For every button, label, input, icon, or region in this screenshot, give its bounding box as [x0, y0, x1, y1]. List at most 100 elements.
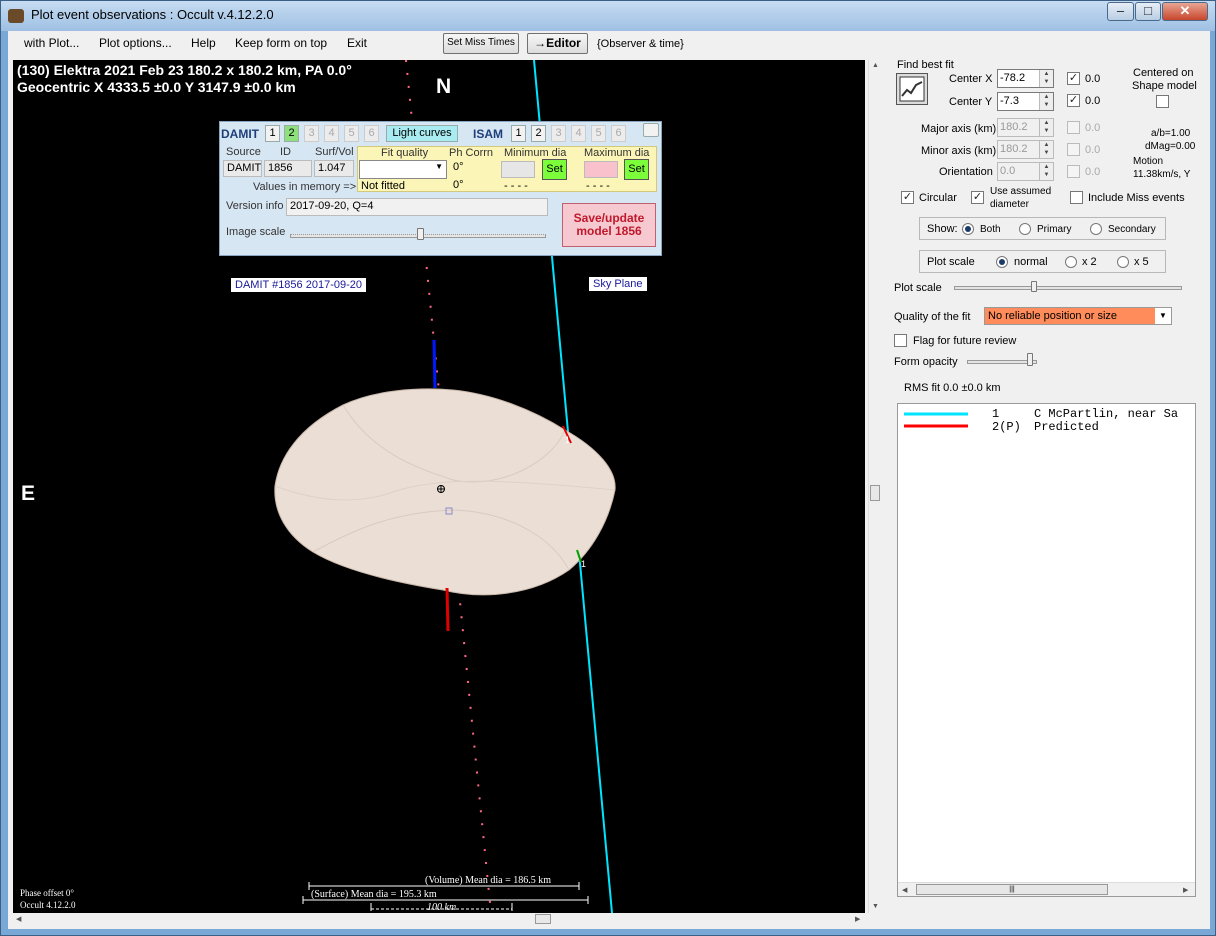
surface-mean-dia: (Surface) Mean dia = 195.3 km: [311, 889, 437, 900]
center-x-value: 0.0: [1085, 73, 1101, 85]
centered-on-shape-model-checkbox[interactable]: [1156, 95, 1169, 108]
image-scale-thumb[interactable]: [417, 228, 424, 240]
observer-2-name: Predicted: [1034, 420, 1099, 434]
source-col-label: Source: [226, 146, 261, 158]
values-in-memory-label: Values in memory =>: [253, 181, 357, 193]
save-update-model-button[interactable]: Save/update model 1856: [562, 203, 656, 247]
plot-vertical-scrollbar[interactable]: ▲ ▼: [868, 60, 881, 913]
orientation-fit-checkbox: [1067, 165, 1080, 178]
isam-model-5-button: 5: [591, 125, 606, 142]
motion-value: 11.38km/s, Y: [1133, 169, 1191, 180]
plot-hscroll-thumb[interactable]: [535, 914, 551, 924]
center-x-input[interactable]: -78.2 ▲ ▼: [997, 69, 1054, 88]
find-best-fit-button[interactable]: [896, 73, 928, 105]
center-y-fit-checkbox[interactable]: ✓: [1067, 94, 1080, 107]
shape-model-label: Shape model: [1132, 80, 1197, 92]
show-primary-label: Primary: [1037, 224, 1072, 235]
minor-axis-input: 180.2 ▲ ▼: [997, 140, 1054, 159]
circular-label: Circular: [919, 192, 957, 204]
light-curves-button[interactable]: Light curves: [386, 125, 458, 142]
plot-header-title: (130) Elektra 2021 Feb 23 180.2 x 180.2 …: [17, 62, 352, 78]
orientation-input: 0.0 ▲ ▼: [997, 162, 1054, 181]
volume-mean-dia: (Volume) Mean dia = 186.5 km: [425, 875, 551, 886]
major-axis-label: Major axis (km): [921, 123, 997, 135]
predicted-limit-top: [432, 339, 437, 389]
show-secondary-radio[interactable]: [1090, 223, 1102, 235]
damit-model-tag: DAMIT #1856 2017-09-20: [231, 278, 366, 292]
phase-offset-label: Phase offset 0°: [20, 888, 74, 898]
observer-list[interactable]: 1 C McPartlin, near Sa 2(P) Predicted ◀ …: [897, 403, 1196, 897]
editor-button[interactable]: →Editor: [527, 33, 588, 54]
scale-x5-radio[interactable]: [1117, 256, 1129, 268]
damit-model-5-button: 5: [344, 125, 359, 142]
plot-area[interactable]: (130) Elektra 2021 Feb 23 180.2 x 180.2 …: [13, 60, 865, 913]
plot-scale-track[interactable]: [954, 286, 1182, 290]
menu-plot-options[interactable]: Plot options...: [99, 36, 172, 50]
right-panel: Find best fit Center X -78.2 ▲ ▼ ✓ 0.0 Cen…: [888, 31, 1210, 929]
menu-with-plot[interactable]: with Plot...: [24, 36, 79, 50]
use-assumed-diameter-checkbox[interactable]: ✓: [971, 191, 984, 204]
form-opacity-thumb[interactable]: [1027, 353, 1033, 366]
dmag-label: dMag=0.00: [1145, 141, 1196, 152]
fit-quality-select[interactable]: ▼: [359, 160, 447, 179]
show-primary-radio[interactable]: [1019, 223, 1031, 235]
plot-scale-thumb[interactable]: [1031, 281, 1037, 292]
version-label: Occult 4.12.2.0: [20, 900, 76, 910]
use-assumed-label: Use assumed: [990, 186, 1052, 197]
isam-model-2-button[interactable]: 2: [531, 125, 546, 142]
ph-corrn-label: Ph Corrn: [449, 147, 494, 159]
minor-axis-label: Minor axis (km): [921, 145, 997, 157]
max-dia-set-button[interactable]: Set: [624, 159, 649, 180]
observer-legend-lines: [904, 412, 968, 428]
damit-model-2-button[interactable]: 2: [284, 125, 299, 142]
scale-x2-label: x 2: [1082, 256, 1097, 268]
chord-label-bottom: 1: [581, 559, 587, 569]
center-x-fit-checkbox[interactable]: ✓: [1067, 72, 1080, 85]
scale-normal-radio[interactable]: [996, 256, 1008, 268]
plot-vscroll-thumb[interactable]: [870, 485, 880, 501]
show-secondary-label: Secondary: [1108, 224, 1156, 235]
plot-scale-slider-label: Plot scale: [894, 282, 942, 294]
damit-panel-collapse-button[interactable]: [643, 123, 659, 137]
version-info-label: Version info: [226, 200, 284, 212]
list-horizontal-scrollbar[interactable]: ◀ ||| ▶: [898, 882, 1195, 896]
scale-normal-label: normal: [1014, 256, 1048, 268]
app-window: Plot event observations : Occult v.4.12.…: [0, 0, 1216, 936]
isam-model-1-button[interactable]: 1: [511, 125, 526, 142]
version-info-value: 2017-09-20, Q=4: [286, 198, 548, 216]
quality-of-fit-label: Quality of the fit: [894, 311, 971, 323]
ph-corrn-value[interactable]: 0°: [450, 160, 490, 179]
major-axis-fit-checkbox: [1067, 121, 1080, 134]
show-both-label: Both: [980, 224, 1001, 235]
menu-keep-form-on-top[interactable]: Keep form on top: [235, 36, 327, 50]
observer-time-label: {Observer & time}: [597, 38, 684, 50]
observer-2-num: 2(P): [992, 420, 1021, 434]
damit-label: DAMIT: [221, 127, 259, 141]
min-dia-input[interactable]: [501, 161, 535, 178]
menu-exit[interactable]: Exit: [347, 36, 367, 50]
set-miss-times-button[interactable]: Set Miss Times: [443, 33, 519, 54]
minimize-button[interactable]: –: [1107, 2, 1134, 21]
quality-of-fit-select[interactable]: No reliable position or size ▼: [984, 307, 1172, 325]
menu-help[interactable]: Help: [191, 36, 216, 50]
close-button[interactable]: ✕: [1162, 2, 1208, 21]
scale-x2-radio[interactable]: [1065, 256, 1077, 268]
show-both-radio[interactable]: [962, 223, 974, 235]
predicted-limit-bottom: [445, 587, 450, 632]
max-dia-input[interactable]: [584, 161, 618, 178]
isam-model-4-button: 4: [571, 125, 586, 142]
min-dia-set-button[interactable]: Set: [542, 159, 567, 180]
flag-review-checkbox[interactable]: [894, 334, 907, 347]
list-hscroll-thumb[interactable]: |||: [916, 884, 1108, 895]
plot-horizontal-scrollbar[interactable]: ◀ ▶: [13, 913, 865, 926]
diameter-label: diameter: [990, 199, 1029, 210]
maximize-button[interactable]: □: [1135, 2, 1161, 21]
include-miss-events-checkbox[interactable]: [1070, 191, 1083, 204]
fit-quality-panel: Fit quality Ph Corrn Minimum dia Maximum…: [357, 146, 657, 192]
plot-header-geocentric: Geocentric X 4333.5 ±0.0 Y 3147.9 ±0.0 k…: [17, 79, 296, 95]
circular-checkbox[interactable]: ✓: [901, 191, 914, 204]
damit-model-6-button: 6: [364, 125, 379, 142]
damit-model-1-button[interactable]: 1: [265, 125, 280, 142]
center-y-input[interactable]: -7.3 ▲ ▼: [997, 92, 1054, 111]
plot-scale-group-label: Plot scale: [927, 256, 975, 268]
